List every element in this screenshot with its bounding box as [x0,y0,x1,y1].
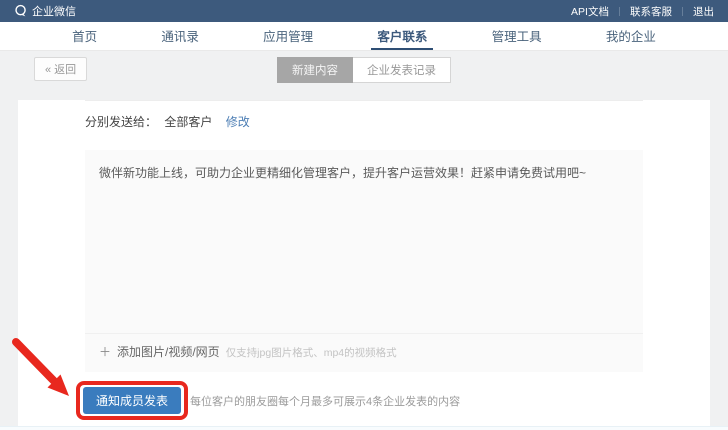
nav-item-home[interactable]: 首页 [66,22,103,50]
add-media-hint: 仅支持jpg图片格式、mp4的视频格式 [226,345,397,360]
api-docs-link[interactable]: API文档 [571,4,609,19]
brand: 企业微信 [14,3,76,19]
modify-link[interactable]: 修改 [226,115,250,129]
notify-members-publish-button[interactable]: 通知成员发表 [83,387,181,414]
nav-item-customer-contact[interactable]: 客户联系 [371,22,433,50]
bottom-strip [0,426,728,430]
page: { "topbar": { "brand": "企业微信", "links": … [0,0,728,430]
main-nav: 首页 通讯录 应用管理 客户联系 管理工具 我的企业 [0,22,728,51]
nav-item-app-management[interactable]: 应用管理 [257,22,319,50]
nav-item-contacts[interactable]: 通讯录 [155,22,205,50]
nav-item-my-company[interactable]: 我的企业 [600,22,662,50]
composer-card: 分别发送给： 全部客户 修改 微伴新功能上线，可助力企业更精细化管理客户，提升客… [18,100,710,430]
content-tabs: 新建内容 企业发表记录 [277,57,451,83]
action-row: 通知成员发表 每位客户的朋友圈每个月最多可展示4条企业发表的内容 [85,381,643,420]
composer-content: 分别发送给： 全部客户 修改 微伴新功能上线，可助力企业更精细化管理客户，提升客… [18,100,710,420]
separator: ｜ [615,5,624,18]
logout-link[interactable]: 退出 [693,4,714,19]
publish-note: 每位客户的朋友圈每个月最多可展示4条企业发表的内容 [190,393,460,409]
add-media-row: ＋ 添加图片/视频/网页 仅支持jpg图片格式、mp4的视频格式 [85,333,643,372]
toolbar: « 返回 新建内容 企业发表记录 [0,51,728,84]
topbar: 企业微信 API文档 ｜ 联系客服 ｜ 退出 [0,0,728,22]
back-button[interactable]: « 返回 [34,57,87,81]
topbar-links: API文档 ｜ 联系客服 ｜ 退出 [571,4,714,19]
chat-bubble-logo-icon [14,4,28,18]
contact-support-link[interactable]: 联系客服 [630,4,672,19]
brand-label: 企业微信 [32,3,76,19]
add-media-label: 添加图片/视频/网页 [117,343,220,360]
plus-icon: ＋ [99,343,111,360]
nav-item-management-tools[interactable]: 管理工具 [486,22,548,50]
tab-publish-history[interactable]: 企业发表记录 [353,57,451,83]
tab-new-content[interactable]: 新建内容 [277,57,353,83]
annotation-highlight-box: 通知成员发表 [76,381,188,420]
send-to-label: 分别发送给： [85,115,157,129]
send-to-value: 全部客户 [164,115,212,129]
separator: ｜ [678,5,687,18]
send-to-row: 分别发送给： 全部客户 修改 [85,113,643,130]
compose-box: 微伴新功能上线，可助力企业更精细化管理客户，提升客户运营效果！赶紧申请免费试用吧… [85,150,643,372]
message-textarea[interactable]: 微伴新功能上线，可助力企业更精细化管理客户，提升客户运营效果！赶紧申请免费试用吧… [85,150,643,333]
divider [85,100,643,101]
add-media-button[interactable]: ＋ 添加图片/视频/网页 [99,343,220,360]
